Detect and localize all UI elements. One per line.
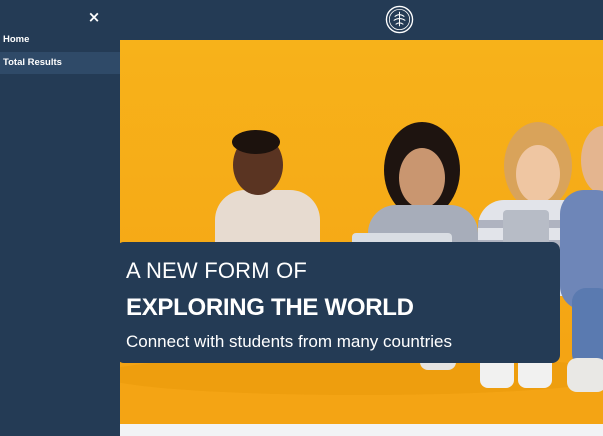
- hero-heading-line2: EXPLORING THE WORLD: [126, 294, 414, 321]
- hero-heading-line1: A NEW FORM OF: [126, 258, 308, 283]
- site-logo-icon[interactable]: [385, 5, 414, 34]
- hero-caption-card: A NEW FORM OF EXPLORING THE WORLD Connec…: [116, 242, 560, 363]
- sidebar-item-home[interactable]: Home: [0, 29, 120, 51]
- sidebar: × Home Total Results: [0, 0, 120, 436]
- hero-subheading: Connect with students from many countrie…: [126, 332, 452, 351]
- sidebar-item-total-results[interactable]: Total Results: [0, 52, 120, 74]
- close-icon[interactable]: ×: [86, 9, 102, 25]
- hero-banner: [120, 40, 603, 424]
- page-footer-strip: [120, 424, 603, 436]
- hero-photo-students: [120, 122, 603, 424]
